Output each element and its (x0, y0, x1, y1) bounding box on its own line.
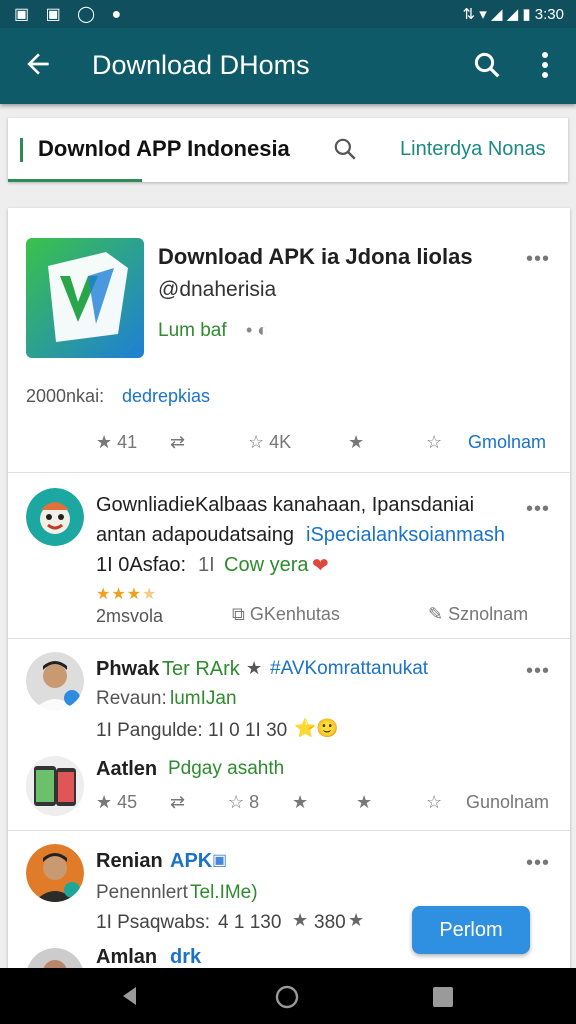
tag-label: Sznolnam (448, 604, 529, 624)
author-name-2[interactable]: Amlan (96, 946, 157, 968)
author-name[interactable]: Phwak (96, 658, 159, 681)
avatar[interactable] (26, 948, 84, 968)
author-name-2[interactable]: Aatlen (96, 758, 157, 781)
avatar[interactable] (26, 844, 84, 902)
globe-icon: • ◐ (246, 320, 269, 340)
like-count: 8 (249, 792, 260, 812)
post-caption-a: 2000nkai: (26, 386, 105, 406)
repost-icon[interactable]: ⇄ (170, 432, 185, 453)
tab-accent (20, 138, 23, 162)
emoji-icon: ⭐🙂 (294, 718, 339, 738)
post-more-icon[interactable]: ••• (526, 498, 550, 521)
post-more-icon[interactable]: ••• (526, 248, 550, 271)
tab-search-icon[interactable] (332, 136, 358, 162)
post-stats-a: 1I Pangulde: (96, 720, 203, 741)
star-icon: ★ (348, 910, 365, 930)
pin-star-icon[interactable]: ★ (356, 792, 372, 813)
tab-bar: Downlod APP Indonesia Linterdya Nonas (8, 118, 568, 182)
nav-home-icon[interactable] (274, 984, 300, 1010)
repost-icon[interactable]: ⇄ (170, 792, 185, 813)
post-caption-b: dedrepkias (122, 386, 211, 406)
clock: 3:30 (534, 6, 564, 23)
status-bar: ▣ ▣ ◯ ● ⇅ ▾ ◢ ◢ ▮ 3:30 (0, 0, 576, 28)
post-stats-b: 1I 0 1I 30 (208, 720, 288, 741)
post-line-3c: Cow yera (224, 554, 309, 576)
nav-recents-icon[interactable] (432, 986, 454, 1008)
author-name[interactable]: Renian (96, 850, 163, 873)
system-nav-bar (0, 968, 576, 1024)
feed: Download APK ia Jdona liolas @dnaherisia… (8, 208, 570, 968)
favorite-icon[interactable]: ★ (348, 432, 364, 453)
star-action[interactable]: ★ 41 (96, 432, 137, 453)
back-arrow-icon[interactable] (22, 48, 54, 80)
avatar[interactable] (26, 652, 84, 710)
post-link[interactable]: Gunolnam (466, 792, 549, 813)
bookmark-star-icon[interactable]: ☆ (426, 792, 442, 813)
feed-post-1[interactable]: Download APK ia Jdona liolas @dnaherisia… (8, 208, 570, 473)
author-tag-2: drk (170, 946, 202, 968)
star-count: 41 (117, 432, 138, 452)
rating-stars: ★★★★ (96, 586, 158, 603)
post-sub-b: lumIJan (170, 688, 237, 709)
share-action[interactable]: ⧉ GKenhutas (232, 604, 340, 625)
share-label: GKenhutas (249, 604, 340, 624)
star-count: 45 (117, 792, 138, 812)
app-title: Download DHoms (92, 50, 310, 80)
post-title: Download APK ia Jdona liolas (158, 244, 473, 269)
author-tag: APK (170, 850, 213, 872)
post-link[interactable]: Gmolnam (468, 432, 546, 453)
post-more-icon[interactable]: ••• (526, 660, 550, 683)
like-count: 4K (269, 432, 292, 452)
star-icon: ★ (292, 910, 309, 930)
search-icon[interactable] (472, 50, 502, 80)
post-stats-c: 380 (314, 912, 346, 933)
post-handle: @dnaherisia (158, 278, 277, 301)
post-sub-b: Tel.IMe) (190, 882, 258, 903)
post-sub-a: Revaun: (96, 688, 167, 709)
post-sub-a: Penennlert (96, 882, 188, 903)
phone-thumbnail-icon[interactable] (26, 756, 84, 816)
post-line-2b[interactable]: iSpecialanksoianmash (306, 524, 505, 547)
verified-icon: ▣ (212, 852, 228, 869)
post-sub: 2msvola (96, 606, 164, 626)
like-action[interactable]: ☆ 8 (228, 792, 259, 813)
post-meta: Lum baf (158, 320, 227, 341)
bookmark-star-icon[interactable]: ☆ (426, 432, 442, 453)
post-stats-b: 4 1 130 (218, 912, 282, 933)
like-action[interactable]: ☆ 4K (248, 432, 291, 453)
post-line-1: GownliadieKalbaas kanahaan, Ipansdaniai (96, 494, 475, 516)
app-logo-icon[interactable] (26, 238, 144, 358)
tab-second[interactable]: Linterdya Nonas (400, 138, 546, 161)
favorite-icon[interactable]: ★ (292, 792, 308, 813)
status-right: ⇅ ▾ ◢ ◢ ▮ 3:30 (462, 6, 564, 23)
tab-download-app[interactable]: Downlod APP Indonesia (38, 136, 290, 162)
avatar[interactable] (26, 488, 84, 546)
post-line-3a: 1I 0Asfao: (96, 554, 187, 576)
post-more-icon[interactable]: ••• (526, 852, 550, 875)
tag-action[interactable]: ✎ Sznolnam (428, 604, 528, 625)
post-line-3b: 1I (198, 554, 215, 576)
star-icon: ★ (246, 658, 263, 678)
author-hashtag[interactable]: #AVKomrattanukat (270, 658, 428, 680)
feed-post-3[interactable]: Phwak Ter RArk ★ #AVKomrattanukat Revaun… (8, 640, 570, 831)
nav-back-icon[interactable] (118, 984, 142, 1008)
post-line-2a: antan adapoudatsaing (96, 524, 294, 546)
author-tag: Ter RArk (162, 658, 240, 680)
notification-icons: ▣ ▣ ◯ ● (14, 6, 128, 23)
post-stats-a: 1I Psaqwabs: (96, 912, 211, 933)
feed-post-2[interactable]: GownliadieKalbaas kanahaan, Ipansdaniai … (8, 474, 570, 639)
star-action[interactable]: ★ 45 (96, 792, 137, 813)
author-tag-2: Pdgay asahth (168, 758, 285, 779)
tab-underline (8, 179, 142, 182)
overflow-menu-icon[interactable] (536, 50, 554, 80)
heart-icon: ❤ (312, 555, 329, 577)
perform-button[interactable]: Perlom (412, 906, 530, 954)
app-bar: Download DHoms (0, 28, 576, 104)
